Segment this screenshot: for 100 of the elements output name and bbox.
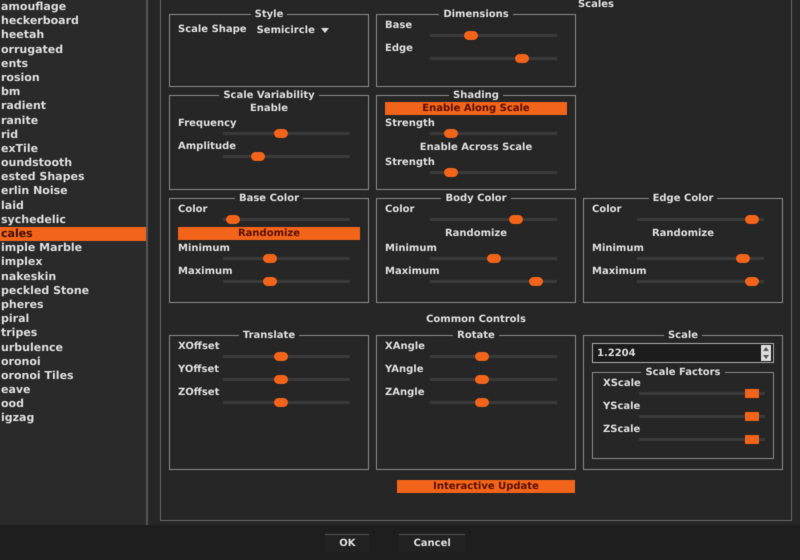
slider-label: Minimum <box>385 243 438 255</box>
toggle-button[interactable]: Randomize <box>178 227 360 240</box>
slider-thumb[interactable] <box>745 215 760 224</box>
texture-item[interactable]: eave <box>0 383 146 398</box>
slider-thumb[interactable] <box>226 215 240 224</box>
group-title: Scale Factors <box>644 367 722 378</box>
slider-label: Base <box>385 20 414 32</box>
texture-item[interactable]: heetah <box>0 28 146 43</box>
texture-item[interactable]: oronoi <box>0 354 146 369</box>
texture-item[interactable]: piral <box>0 312 146 326</box>
slider-thumb[interactable] <box>745 389 760 398</box>
slider-label: Color <box>385 204 416 216</box>
slider-label: ZScale <box>602 424 642 436</box>
slider-label: ZAngle <box>385 387 426 399</box>
slider-thumb[interactable] <box>274 352 288 361</box>
slider-label: Minimum <box>178 243 231 255</box>
dropdown-label: Scale Shape <box>178 24 247 36</box>
group-title: Edge Color <box>652 193 714 204</box>
texture-item[interactable]: imple Marble <box>0 241 146 256</box>
slider-thumb[interactable] <box>529 277 544 286</box>
texture-item[interactable]: orrugated <box>0 42 146 57</box>
slider-label: YOffset <box>178 364 220 376</box>
slider-thumb[interactable] <box>251 152 266 161</box>
texture-item[interactable]: ranite <box>0 114 146 128</box>
texture-item[interactable]: rid <box>0 128 146 142</box>
caret-icon <box>320 28 329 32</box>
section-title: Common Controls <box>425 314 527 325</box>
group-title: Rotate <box>456 330 496 341</box>
slider-thumb[interactable] <box>745 277 760 286</box>
slider-label: YAngle <box>385 364 425 376</box>
slider-label: Maximum <box>178 266 234 278</box>
slider-label: XScale <box>602 378 642 390</box>
slider-thumb[interactable] <box>745 435 760 444</box>
slider-thumb[interactable] <box>464 31 478 40</box>
group-title: Shading <box>452 90 500 101</box>
group-title: Scale Variability <box>222 90 316 101</box>
texture-item[interactable]: pheres <box>0 298 146 312</box>
texture-item[interactable]: bm <box>0 85 146 100</box>
texture-item[interactable]: rosion <box>0 70 146 86</box>
texture-item[interactable]: sychedelic <box>0 212 146 227</box>
shape-dropdown[interactable]: Semicircle <box>256 24 329 36</box>
group-title: Scale <box>666 330 700 341</box>
slider-label: YScale <box>602 401 642 413</box>
slider-thumb[interactable] <box>444 168 458 177</box>
texture-item[interactable]: exTile <box>0 142 146 156</box>
slider-label: Frequency <box>178 118 238 130</box>
ok-button[interactable]: OK <box>325 534 370 552</box>
texture-item[interactable]: ents <box>0 56 146 71</box>
texture-item[interactable]: nakeskin <box>0 270 146 284</box>
scale-field[interactable]: 1.2204 <box>592 343 774 363</box>
texture-item[interactable]: oronoi Tiles <box>0 368 146 384</box>
slider-label: Maximum <box>592 266 648 278</box>
texture-item[interactable]: urbulence <box>0 340 146 355</box>
slider-thumb[interactable] <box>262 277 277 286</box>
slider-label: XAngle <box>385 341 426 353</box>
texture-item[interactable]: peckled Stone <box>0 284 146 298</box>
texture-item[interactable]: cales <box>0 227 146 242</box>
texture-item[interactable]: heckerboard <box>0 14 146 28</box>
slider-label: Maximum <box>385 266 441 278</box>
texture-item[interactable]: erlin Noise <box>0 184 146 199</box>
group-title: Translate <box>242 330 296 341</box>
group-title: Base Color <box>238 193 300 204</box>
slider-thumb[interactable] <box>274 129 288 138</box>
texture-item[interactable]: ested Shapes <box>0 170 146 184</box>
texture-item[interactable]: tripes <box>0 326 146 340</box>
texture-item[interactable]: igzag <box>0 411 146 426</box>
slider-label: Amplitude <box>178 141 238 153</box>
slider-thumb[interactable] <box>475 352 490 361</box>
slider-thumb[interactable] <box>475 398 490 407</box>
slider-thumb[interactable] <box>486 254 500 263</box>
slider-thumb[interactable] <box>274 398 288 407</box>
spinner-icon[interactable] <box>761 345 771 361</box>
texture-item[interactable]: laid <box>0 198 146 213</box>
slider-thumb[interactable] <box>736 254 750 263</box>
slider-label: Minimum <box>592 243 645 255</box>
slider-label: XOffset <box>178 341 220 353</box>
slider-label: Strength <box>385 118 436 130</box>
slider-thumb[interactable] <box>444 129 458 138</box>
slider-thumb[interactable] <box>509 215 524 224</box>
texture-item[interactable]: implex <box>0 255 146 270</box>
interactive-update-button[interactable]: Interactive Update <box>397 480 575 493</box>
slider-label: Color <box>592 204 622 216</box>
group-title: Style <box>254 9 284 20</box>
slider-thumb[interactable] <box>514 54 529 63</box>
slider-thumb[interactable] <box>262 254 277 263</box>
group-title: Dimensions <box>442 9 510 20</box>
texture-item[interactable]: oundstooth <box>0 156 146 170</box>
cancel-button[interactable]: Cancel <box>399 534 465 552</box>
slider-thumb[interactable] <box>475 375 490 384</box>
texture-item[interactable]: radient <box>0 99 146 114</box>
slider-thumb[interactable] <box>274 375 288 384</box>
slider-label: Edge <box>385 43 414 55</box>
toggle-button[interactable]: Enable Along Scale <box>385 102 567 115</box>
group-title: Body Color <box>444 193 508 204</box>
slider-label: ZOffset <box>178 387 220 399</box>
slider-label: Color <box>178 204 208 216</box>
slider-thumb[interactable] <box>745 412 760 421</box>
texture-item[interactable]: amouflage <box>0 0 146 14</box>
texture-item[interactable]: ood <box>0 397 146 412</box>
slider-label: Strength <box>385 157 436 169</box>
